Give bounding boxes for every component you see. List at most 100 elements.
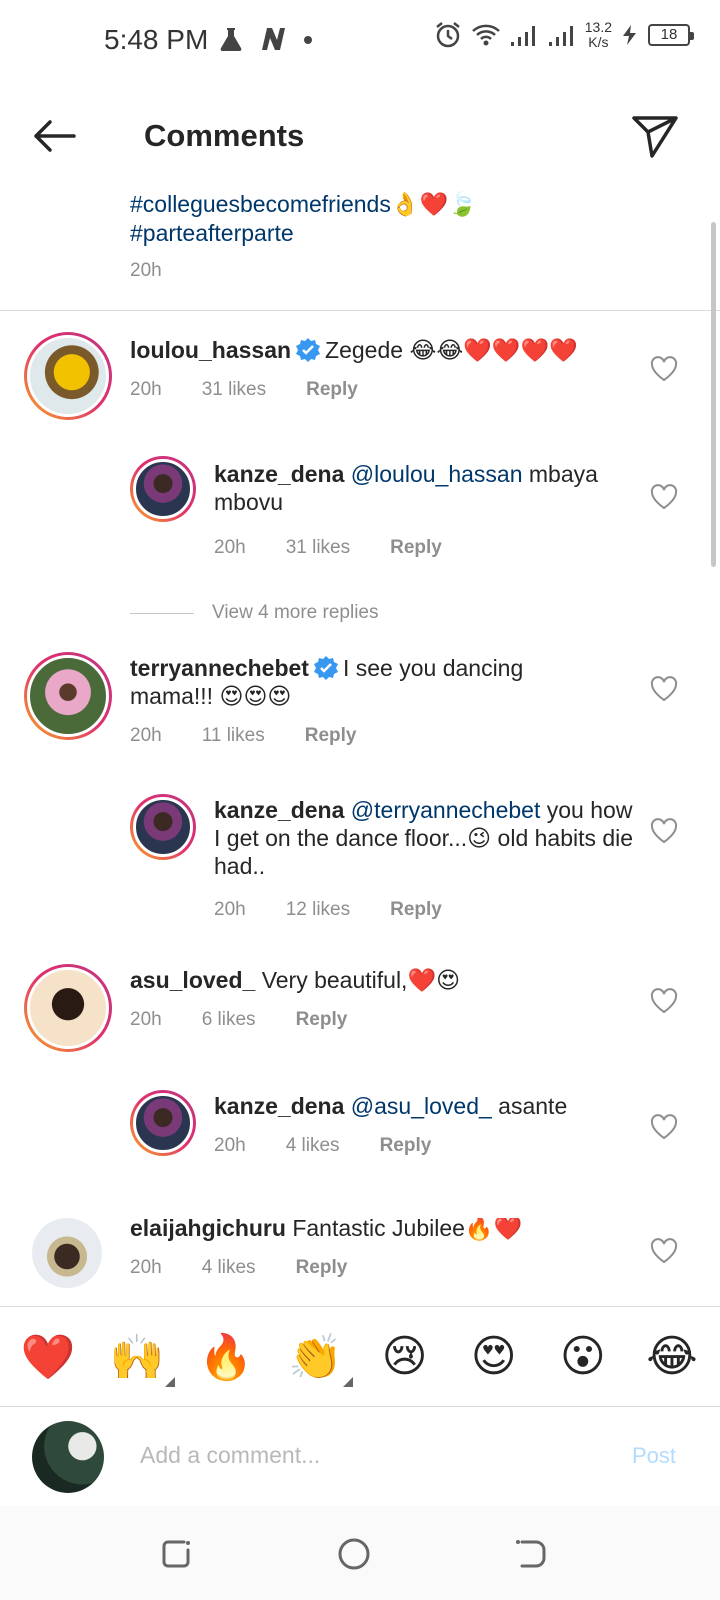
avatar[interactable] <box>24 652 112 740</box>
home-icon[interactable] <box>334 1534 374 1574</box>
signal-icon-1 <box>510 26 535 46</box>
reply-button[interactable]: Reply <box>306 376 358 404</box>
avatar[interactable] <box>24 332 112 420</box>
status-bar: 5:48 PM 13.2 K/s 18 <box>0 0 720 80</box>
comment-body: elaijahgichuru Fantastic Jubilee🔥❤️ 20h … <box>130 1218 600 1282</box>
comment-meta: 20h 6 likes Reply <box>130 1006 600 1034</box>
comment-username[interactable]: elaijahgichuru <box>130 1218 286 1241</box>
comment-meta: 20h 12 likes Reply <box>214 896 634 924</box>
comment-meta: 20h 31 likes Reply <box>130 376 600 404</box>
comment-username[interactable]: terryannechebet <box>130 655 309 681</box>
comment-likes[interactable]: 4 likes <box>286 1132 340 1160</box>
comment-username[interactable]: asu_loved_ <box>130 967 255 993</box>
n-app-icon <box>262 28 285 50</box>
comment-username[interactable]: kanze_dena <box>214 461 344 487</box>
caption-time: 20h <box>130 260 162 281</box>
comment-time: 20h <box>214 537 246 558</box>
flask-icon <box>220 28 242 51</box>
comment-likes[interactable]: 4 likes <box>202 1254 256 1282</box>
comment-input[interactable] <box>140 1437 580 1473</box>
heart-icon[interactable] <box>650 1114 678 1140</box>
emoji-heart[interactable]: ❤️ <box>20 1331 76 1383</box>
reply-button[interactable]: Reply <box>380 1132 432 1160</box>
comment-text: Fantastic Jubilee🔥❤️ <box>292 1218 523 1241</box>
avatar[interactable] <box>24 964 112 1052</box>
emoji-clap[interactable]: 👏 <box>287 1331 354 1387</box>
view-more-line <box>130 612 194 614</box>
avatar[interactable] <box>130 456 196 522</box>
comment-username[interactable]: kanze_dena <box>214 1093 344 1119</box>
header: Comments <box>0 96 720 182</box>
comment-username[interactable]: kanze_dena <box>214 797 344 823</box>
comment-meta: 20h 11 likes Reply <box>130 722 600 750</box>
heart-icon[interactable] <box>650 356 678 382</box>
comment-likes[interactable]: 31 likes <box>202 376 266 404</box>
heart-icon[interactable] <box>650 818 678 844</box>
skin-tone-indicator-icon <box>343 1376 354 1387</box>
heart-icon[interactable] <box>650 676 678 702</box>
send-icon[interactable] <box>630 110 680 160</box>
verified-badge-icon <box>313 656 338 680</box>
avatar[interactable] <box>130 1090 196 1156</box>
post-button[interactable]: Post <box>632 1443 676 1469</box>
reply-button[interactable]: Reply <box>390 896 442 924</box>
comment-likes[interactable]: 11 likes <box>202 722 265 750</box>
status-right-icons: 13.2 K/s 18 <box>433 20 694 50</box>
comment-time: 20h <box>130 1009 162 1030</box>
view-more-replies[interactable]: View 4 more replies <box>130 602 379 624</box>
comment-likes[interactable]: 31 likes <box>286 534 350 562</box>
comment-time: 20h <box>130 1257 162 1278</box>
scrollbar[interactable] <box>711 222 716 567</box>
page-title: Comments <box>144 118 305 153</box>
charging-icon <box>623 25 636 45</box>
comment-mention[interactable]: @asu_loved_ <box>351 1093 492 1119</box>
comment-username[interactable]: loulou_hassan <box>130 337 291 363</box>
comment-text: Zegede 😂😂❤️❤️❤️❤️ <box>325 337 578 363</box>
avatar[interactable] <box>32 1218 102 1288</box>
verified-badge-icon <box>296 338 321 362</box>
signal-icon-2 <box>548 26 573 46</box>
comment-time: 20h <box>214 899 246 920</box>
heart-icon[interactable] <box>650 484 678 510</box>
reply-button[interactable]: Reply <box>305 722 357 750</box>
comment-body: kanze_dena @terryannechebet you how I ge… <box>214 796 634 924</box>
comment-body: asu_loved_ Very beautiful,❤️😍 20h 6 like… <box>130 966 600 1034</box>
status-time: 5:48 PM <box>104 24 209 55</box>
emoji-surprised[interactable]: 😮 <box>555 1331 611 1382</box>
reply-button[interactable]: Reply <box>296 1006 348 1034</box>
heart-icon[interactable] <box>650 988 678 1014</box>
back-arrow-icon[interactable] <box>30 116 78 156</box>
emoji-quick-bar: ❤️ 🙌 🔥 👏 😢 😍 😮 😂 <box>0 1306 720 1406</box>
emoji-raised-hands[interactable]: 🙌 <box>109 1331 176 1387</box>
emoji-joy[interactable]: 😂 <box>644 1331 700 1382</box>
comment-text: Very beautiful,❤️😍 <box>261 967 461 993</box>
battery-indicator: 18 <box>648 24 694 46</box>
comment-item: elaijahgichuru Fantastic Jubilee🔥❤️ 20h … <box>0 1218 720 1306</box>
reply-button[interactable]: Reply <box>296 1254 348 1282</box>
comment-time: 20h <box>130 379 162 400</box>
comment-mention[interactable]: @terryannechebet <box>351 797 541 823</box>
emoji-heart-eyes[interactable]: 😍 <box>466 1331 522 1382</box>
heart-icon[interactable] <box>650 1238 678 1264</box>
emoji-crying[interactable]: 😢 <box>377 1331 433 1382</box>
recent-apps-icon[interactable] <box>156 1534 196 1574</box>
comment-text: asante <box>491 1093 568 1119</box>
dot-icon <box>304 36 312 44</box>
comment-body: terryannechebet I see you dancing mama!!!… <box>130 654 600 750</box>
status-left-icons <box>218 26 314 52</box>
caption-hashtag-2[interactable]: #parteafterparte <box>130 219 690 248</box>
comment-time: 20h <box>130 725 162 746</box>
comment-likes[interactable]: 6 likes <box>202 1006 256 1034</box>
post-caption: #colleguesbecomefriends👌❤️🍃 #parteafterp… <box>130 190 690 282</box>
back-nav-icon[interactable] <box>510 1534 550 1574</box>
avatar[interactable] <box>130 794 196 860</box>
wifi-icon <box>471 24 500 46</box>
comment-body: loulou_hassan Zegede 😂😂❤️❤️❤️❤️ 20h 31 li… <box>130 336 600 404</box>
comment-likes[interactable]: 12 likes <box>286 896 350 924</box>
my-avatar <box>32 1421 104 1493</box>
comment-mention[interactable]: @loulou_hassan <box>351 461 523 487</box>
caption-hashtag-1[interactable]: #colleguesbecomefriends👌❤️🍃 <box>130 190 690 219</box>
comment-body: kanze_dena @loulou_hassan mbaya mbovu 20… <box>214 460 634 562</box>
reply-button[interactable]: Reply <box>390 534 442 562</box>
emoji-fire[interactable]: 🔥 <box>198 1331 254 1383</box>
